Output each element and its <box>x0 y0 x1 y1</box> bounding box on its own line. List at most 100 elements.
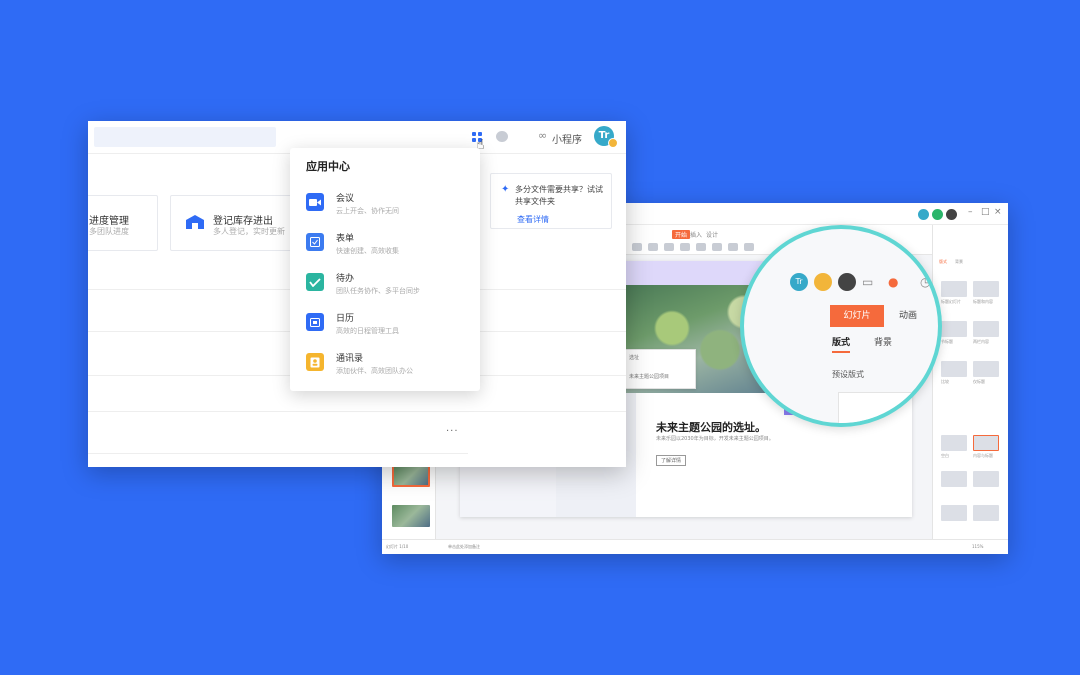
avatar-badge <box>608 138 618 148</box>
layout-thumbnail[interactable] <box>941 361 967 377</box>
chat-bubble-icon[interactable] <box>496 131 508 142</box>
photo-caption-box[interactable]: 选址 未来主题公园项目 <box>624 349 696 389</box>
app-item-contacts[interactable]: 通讯录 添加伙伴、高效团队办公 <box>290 346 480 384</box>
layout-label: 比较 <box>941 379 949 384</box>
layout-thumbnail[interactable] <box>973 321 999 337</box>
record-icon[interactable]: ● <box>888 275 898 289</box>
toolbar-tab[interactable]: 插入 <box>690 230 702 239</box>
layout-thumbnail[interactable] <box>941 435 967 451</box>
close-icon[interactable]: × <box>994 207 1002 217</box>
layout-thumbnail[interactable] <box>941 321 967 337</box>
slide-button[interactable]: 了解详情 <box>656 455 687 466</box>
toolbar-tool-icon[interactable] <box>680 243 690 251</box>
slide-thumbnail[interactable] <box>392 505 430 527</box>
layout-label: 空白 <box>941 453 949 458</box>
app-item-desc: 快速创建、高效收集 <box>336 247 399 255</box>
notes-placeholder[interactable]: 单击此处添加备注 <box>448 544 480 550</box>
layout-thumbnail[interactable] <box>973 435 999 451</box>
toolbar-tool-icon[interactable] <box>744 243 754 251</box>
link-icon[interactable]: ∞ <box>538 129 547 142</box>
maximize-icon[interactable]: □ <box>981 207 990 217</box>
toolbar-tool-icon[interactable] <box>648 243 658 251</box>
history-icon[interactable]: ◷ <box>920 275 930 289</box>
form-icon <box>306 233 324 251</box>
slide-body[interactable]: 未来乐园以2030年为目标，开发未来主题公园项目。 <box>656 435 776 443</box>
caption-text: 选址 <box>629 355 640 361</box>
panel-tab[interactable]: 版式 <box>939 259 947 265</box>
collab-avatar[interactable] <box>946 209 957 220</box>
toolbar-tool-icon[interactable] <box>712 243 722 251</box>
toolbar-tool-icon[interactable] <box>728 243 738 251</box>
todo-check-icon <box>306 273 324 291</box>
layout-thumbnail[interactable] <box>941 471 967 487</box>
slide-thumbnail-selected[interactable] <box>392 465 430 487</box>
toolbar-tab[interactable]: 设计 <box>706 230 718 239</box>
feature-card-title: 进度管理 <box>89 216 129 227</box>
panel-tab[interactable]: 背景 <box>955 259 963 265</box>
collab-avatar[interactable] <box>932 209 943 220</box>
video-icon[interactable]: ▭ <box>862 275 873 289</box>
app-item-name: 待办 <box>336 274 355 284</box>
preset-layouts-label: 预设版式 <box>832 370 864 379</box>
tab-slide[interactable]: 幻灯片 <box>830 305 884 327</box>
search-bar[interactable] <box>94 127 276 147</box>
toolbar-tool-icon[interactable] <box>696 243 706 251</box>
feature-card-desc: 多人登记，实时更新 <box>213 227 285 236</box>
layout-panel: 版式 背景 标题幻灯片 标题和内容 节标题 两栏内容 比较 仅标题 空白 内容与… <box>932 225 1008 539</box>
layout-card[interactable] <box>838 392 928 423</box>
app-item-desc: 添加伙伴、高效团队办公 <box>336 367 413 375</box>
layout-thumbnail[interactable] <box>973 471 999 487</box>
app-item-name: 会议 <box>336 194 355 204</box>
app-center-title: 应用中心 <box>306 160 350 173</box>
subtab-background[interactable]: 背景 <box>874 335 892 348</box>
tab-animation[interactable]: 动画 <box>890 305 926 327</box>
layout-label: 节标题 <box>941 339 953 344</box>
app-item-desc: 高效的日程管理工具 <box>336 327 399 335</box>
toolbar-tool-icon[interactable] <box>664 243 674 251</box>
app-item-calendar[interactable]: 日历 高效的日程管理工具 <box>290 306 480 344</box>
feature-card-progress[interactable]: 进度管理 多团队进度 <box>88 195 158 251</box>
contacts-icon <box>306 353 324 371</box>
row-divider <box>88 453 468 454</box>
status-bar: 幻灯片 1/10 单击此处添加备注 115% <box>382 539 1008 554</box>
subtab-layout[interactable]: 版式 <box>832 335 851 353</box>
app-item-meeting[interactable]: 会议 云上开会、协作无间 <box>290 186 480 224</box>
zoom-level[interactable]: 115% <box>972 544 983 549</box>
mini-program-link[interactable]: 小程序 <box>552 131 582 146</box>
tip-card: ✦ 多分文件需要共享？试试共享文件夹 查看详情 <box>490 173 612 229</box>
layout-label: 仅标题 <box>973 379 985 384</box>
toolbar-tab[interactable]: 开始 <box>672 230 691 239</box>
app-item-name: 日历 <box>336 314 355 324</box>
layout-thumbnail[interactable] <box>973 505 999 521</box>
more-icon[interactable]: ··· <box>446 426 459 437</box>
app-item-todo[interactable]: 待办 团队任务协作、多平台同步 <box>290 266 480 304</box>
toolbar-tool-icon[interactable] <box>632 243 642 251</box>
tip-text: 多分文件需要共享？试试共享文件夹 <box>515 185 603 206</box>
tip-details-link[interactable]: 查看详情 <box>517 214 549 225</box>
lightbulb-icon: ✦ <box>501 184 510 195</box>
collab-avatar[interactable]: Tr <box>790 273 808 291</box>
collab-avatar[interactable] <box>918 209 929 220</box>
zoom-magnifier: Tr ▭ ● ◷ 幻灯片 动画 版式 背景 预设版式 <box>740 225 942 427</box>
collab-avatar[interactable] <box>814 273 832 291</box>
row-divider <box>88 411 626 412</box>
slide-title[interactable]: 未来主题公园的选址。 <box>656 419 766 435</box>
layout-thumbnail[interactable] <box>941 281 967 297</box>
app-center-dropdown: 应用中心 会议 云上开会、协作无间 表单 快速创建、高效收集 待办 团队任务协作… <box>290 148 480 391</box>
calendar-icon <box>306 313 324 331</box>
app-item-desc: 云上开会、协作无间 <box>336 207 399 215</box>
app-item-desc: 团队任务协作、多平台同步 <box>336 287 420 295</box>
warehouse-icon <box>186 215 204 229</box>
layout-thumbnail[interactable] <box>973 361 999 377</box>
app-item-name: 通讯录 <box>336 354 364 364</box>
layout-label: 内容与标题 <box>973 453 993 458</box>
caption-subtext: 未来主题公园项目 <box>629 374 670 380</box>
minimize-icon[interactable]: – <box>968 207 973 217</box>
layout-label: 两栏内容 <box>973 339 989 344</box>
layout-thumbnail[interactable] <box>973 281 999 297</box>
collab-avatar[interactable] <box>838 273 856 291</box>
feature-card-title: 登记库存进出 <box>213 216 273 227</box>
layout-label: 标题幻灯片 <box>941 299 961 304</box>
app-item-form[interactable]: 表单 快速创建、高效收集 <box>290 226 480 264</box>
layout-thumbnail[interactable] <box>941 505 967 521</box>
